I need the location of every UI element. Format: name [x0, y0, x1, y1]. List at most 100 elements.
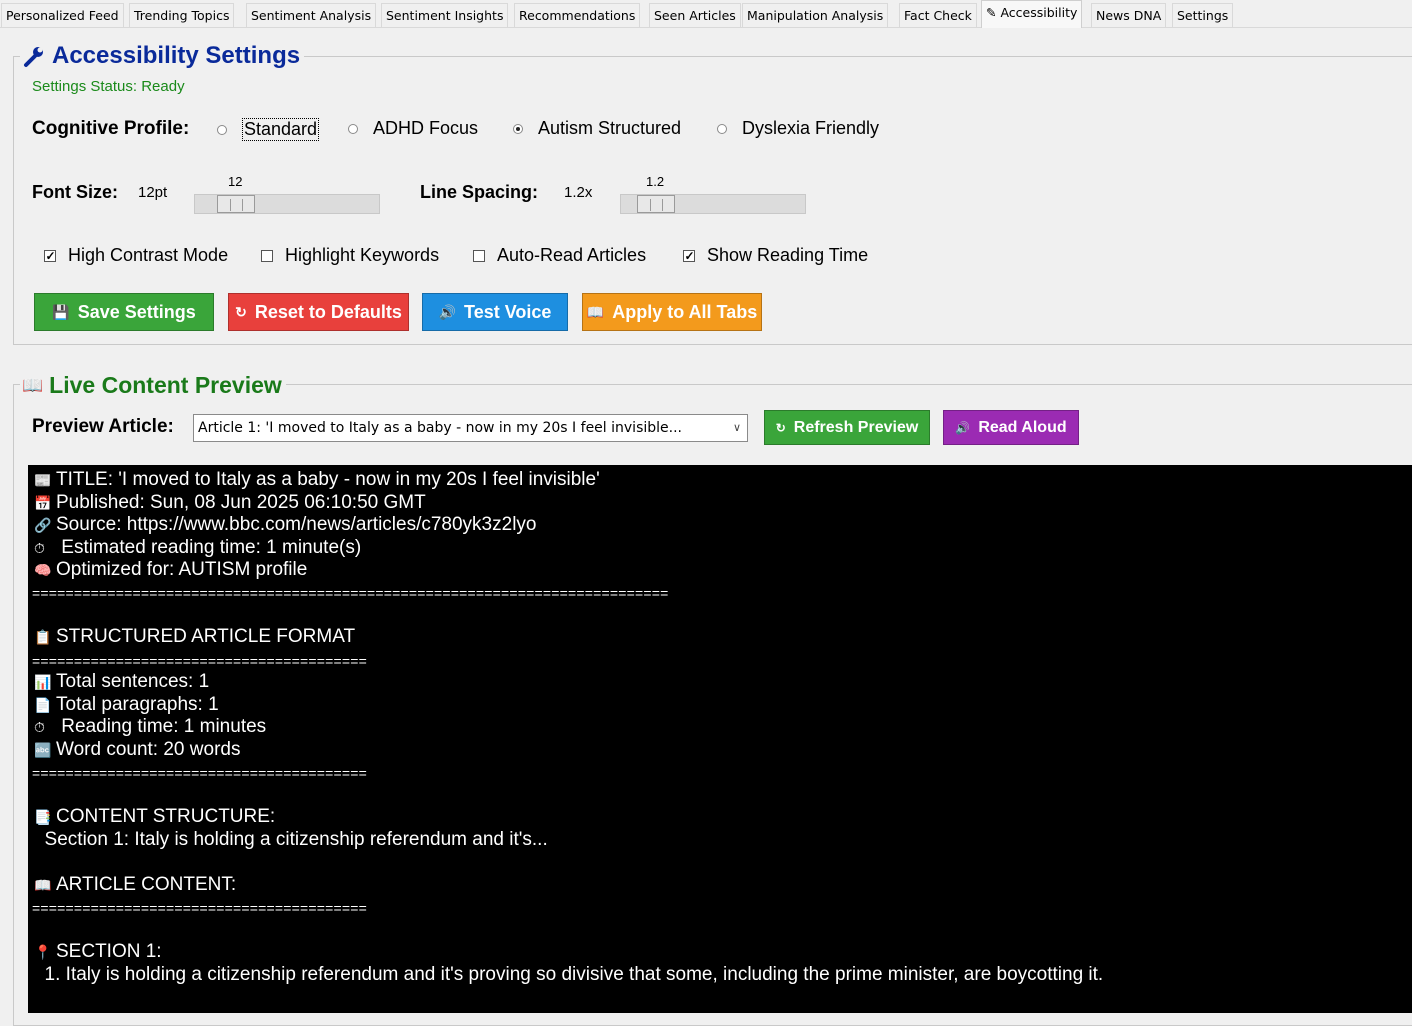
pin-icon: 📍	[34, 944, 52, 960]
radio-indicator[interactable]	[348, 123, 358, 134]
checkbox-label: Show Reading Time	[707, 245, 869, 265]
preview-content-structure-text: CONTENT STRUCTURE:	[56, 806, 276, 827]
preview-section-summary-line: Section 1: Italy is holding a citizenshi…	[34, 829, 548, 850]
radio-autism-structured[interactable]: Autism Structured	[513, 118, 681, 139]
preview-article-label: Preview Article:	[32, 416, 174, 437]
tab-fact-check[interactable]: Fact Check	[899, 3, 977, 27]
preview-paragraphs-text: Total paragraphs: 1	[56, 694, 219, 715]
stopwatch-icon: ⏱	[34, 719, 45, 735]
refresh-icon: ↻	[775, 420, 786, 435]
radio-label: Standard	[242, 118, 320, 141]
refresh-preview-button[interactable]: ↻ Refresh Preview	[764, 410, 930, 445]
radio-standard[interactable]: Standard	[217, 118, 320, 141]
radio-dyslexia-friendly[interactable]: Dyslexia Friendly	[717, 118, 879, 139]
font-size-slider-thumb[interactable]	[217, 195, 255, 213]
tab-seen-articles[interactable]: Seen Articles	[649, 3, 741, 27]
test-voice-button[interactable]: 🔊 Test Voice	[422, 293, 568, 331]
preview-section-heading-text: SECTION 1:	[56, 941, 162, 962]
floppy-disk-icon: 💾	[52, 303, 70, 320]
line-spacing-slider-value: 1.2	[646, 174, 665, 189]
radio-label: Dyslexia Friendly	[742, 118, 880, 138]
tab-accessibility[interactable]: ✎ Accessibility	[981, 0, 1083, 28]
preview-title-text: TITLE: 'I moved to Italy as a baby - now…	[56, 469, 600, 490]
auto-read-checkbox[interactable]: Auto-Read Articles	[473, 245, 646, 266]
reset-defaults-label: Reset to Defaults	[254, 301, 402, 322]
preview-section-heading-line: 📍 SECTION 1:	[34, 941, 162, 963]
line-spacing-slider-thumb[interactable]	[637, 195, 675, 213]
book-icon: 📖	[586, 303, 605, 320]
preview-paragraphs-line: 📄 Total paragraphs: 1	[34, 694, 219, 716]
preview-reading-estimate-line: ⏱ Estimated reading time: 1 minute(s)	[34, 537, 361, 559]
wrench-icon	[24, 47, 43, 67]
document-icon: 📄	[34, 697, 52, 713]
preview-reading-time-line: ⏱ Reading time: 1 minutes	[34, 716, 266, 738]
high-contrast-checkbox[interactable]: High Contrast Mode	[44, 245, 228, 266]
reset-defaults-button[interactable]: ↻ Reset to Defaults	[228, 293, 409, 331]
tab-settings[interactable]: Settings	[1172, 3, 1234, 27]
separator-line: ========================================	[32, 653, 368, 669]
preview-article-selected: Article 1: 'I moved to Italy as a baby -…	[198, 420, 682, 436]
font-size-slider[interactable]	[194, 194, 380, 214]
settings-status: Settings Status: Ready	[32, 78, 185, 95]
newspaper-icon: 📰	[34, 472, 52, 488]
font-size-value: 12pt	[138, 184, 168, 201]
preview-sentences-text: Total sentences: 1	[56, 671, 210, 692]
tab-news-dna[interactable]: News DNA	[1091, 3, 1167, 27]
checkbox-indicator[interactable]	[261, 249, 273, 262]
preview-reading-time-text: Reading time: 1 minutes	[56, 716, 267, 737]
radio-indicator[interactable]	[513, 123, 523, 134]
test-voice-label: Test Voice	[464, 301, 552, 322]
preview-source-line: 🔗 Source: https://www.bbc.com/news/articl…	[34, 514, 536, 536]
checkbox-indicator[interactable]	[683, 249, 695, 262]
read-aloud-button[interactable]: 🔊 Read Aloud	[943, 410, 1079, 445]
tab-trending-topics[interactable]: Trending Topics	[129, 3, 235, 27]
preview-article-select[interactable]: Article 1: 'I moved to Italy as a baby -…	[193, 414, 748, 442]
link-icon: 🔗	[34, 517, 52, 533]
preview-content-structure-line: 📑 CONTENT STRUCTURE:	[34, 806, 275, 828]
checkbox-indicator[interactable]	[473, 249, 485, 262]
book-icon: 📖	[34, 877, 52, 893]
bar-chart-icon: 📊	[34, 674, 52, 690]
font-size-label: Font Size:	[32, 182, 118, 202]
reset-icon: ↻	[235, 303, 247, 320]
line-spacing-slider[interactable]	[620, 194, 806, 214]
tab-personalized-feed[interactable]: Personalized Feed	[1, 3, 124, 27]
checkbox-indicator[interactable]	[44, 249, 56, 262]
tab-sentiment-analysis[interactable]: Sentiment Analysis	[246, 3, 377, 27]
tab-bar-divider	[0, 27, 1412, 28]
show-reading-time-checkbox[interactable]: Show Reading Time	[683, 245, 868, 266]
preview-text-area[interactable]: 📰 TITLE: 'I moved to Italy as a baby - no…	[28, 465, 1412, 1013]
line-spacing-value: 1.2x	[564, 184, 593, 201]
tab-manipulation-analysis[interactable]: Manipulation Analysis	[742, 3, 889, 27]
preview-word-count-line: 🔤 Word count: 20 words	[34, 739, 240, 761]
checkbox-label: High Contrast Mode	[68, 245, 229, 265]
preview-structured-line: 📋 STRUCTURED ARTICLE FORMAT	[34, 626, 355, 648]
live-preview-heading: 📖 Live Content Preview	[20, 372, 286, 399]
tab-recommendations[interactable]: Recommendations	[514, 3, 641, 27]
radio-indicator[interactable]	[217, 124, 227, 135]
apply-all-tabs-button[interactable]: 📖 Apply to All Tabs	[582, 293, 762, 331]
cognitive-profile-label: Cognitive Profile:	[32, 118, 190, 139]
preview-published-line: 📅 Published: Sun, 08 Jun 2025 06:10:50 GM…	[34, 492, 426, 514]
radio-indicator[interactable]	[717, 123, 727, 134]
calendar-icon: 📅	[34, 495, 52, 511]
radio-adhd-focus[interactable]: ADHD Focus	[348, 118, 478, 139]
refresh-preview-label: Refresh Preview	[793, 418, 919, 436]
preview-article-content-text: ARTICLE CONTENT:	[56, 874, 237, 895]
preview-optimized-line: 🧠 Optimized for: AUTISM profile	[34, 559, 307, 581]
highlight-keywords-checkbox[interactable]: Highlight Keywords	[261, 245, 439, 266]
book-icon: 📖	[22, 375, 44, 395]
chevron-down-icon: ∨	[732, 421, 741, 434]
preview-optimized-text: Optimized for: AUTISM profile	[56, 559, 308, 580]
preview-section-text-line: 1. Italy is holding a citizenship refere…	[34, 964, 1104, 985]
speaker-icon: 🔊	[438, 303, 457, 320]
save-settings-button[interactable]: 💾 Save Settings	[34, 293, 214, 331]
separator-line: ========================================	[32, 900, 368, 916]
preview-source-text: Source: https://www.bbc.com/news/article…	[56, 514, 537, 535]
preview-structured-text: STRUCTURED ARTICLE FORMAT	[56, 626, 356, 647]
tab-sentiment-insights[interactable]: Sentiment Insights	[381, 3, 509, 27]
preview-sentences-line: 📊 Total sentences: 1	[34, 671, 209, 693]
accessibility-settings-title: Accessibility Settings	[52, 42, 301, 69]
checkbox-label: Auto-Read Articles	[497, 245, 647, 265]
separator-line: ========================================…	[32, 585, 669, 601]
